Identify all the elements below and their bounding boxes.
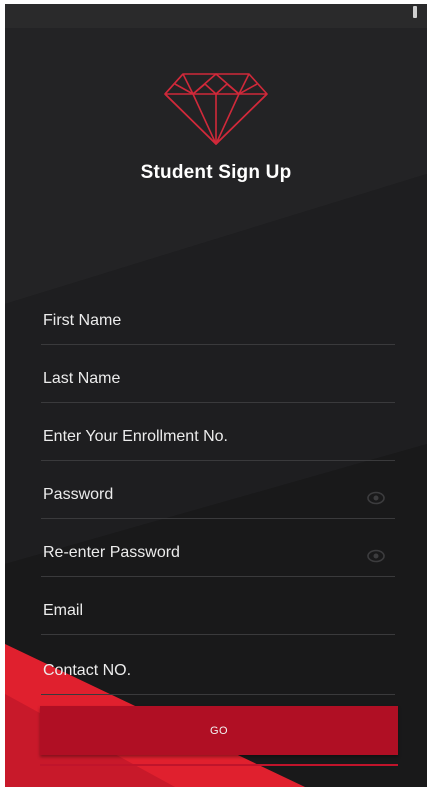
first-name-field[interactable]: First Name (41, 304, 395, 345)
reenter-password-field[interactable]: Re-enter Password (41, 536, 395, 577)
last-name-field[interactable]: Last Name (41, 362, 395, 403)
reenter-password-label: Re-enter Password (43, 544, 180, 561)
go-button[interactable]: GO (40, 706, 398, 755)
app-screen: Student Sign Up First Name Last Name Ent… (5, 4, 427, 787)
password-label: Password (43, 486, 114, 503)
last-name-label: Last Name (43, 370, 121, 387)
go-underline (40, 764, 398, 766)
diamond-icon (164, 73, 268, 145)
status-indicator (413, 6, 417, 18)
enrollment-label: Enter Your Enrollment No. (43, 428, 228, 445)
page-title: Student Sign Up (140, 162, 292, 183)
contact-label: Contact NO. (43, 662, 132, 679)
email-field[interactable]: Email (41, 594, 395, 635)
first-name-label: First Name (43, 312, 122, 329)
eye-icon[interactable] (367, 491, 385, 505)
enrollment-field[interactable]: Enter Your Enrollment No. (41, 420, 395, 461)
eye-icon[interactable] (367, 549, 385, 563)
password-field[interactable]: Password (41, 478, 395, 519)
email-label: Email (43, 602, 84, 619)
status-bar (5, 4, 427, 28)
contact-field[interactable]: Contact NO. (41, 654, 395, 695)
